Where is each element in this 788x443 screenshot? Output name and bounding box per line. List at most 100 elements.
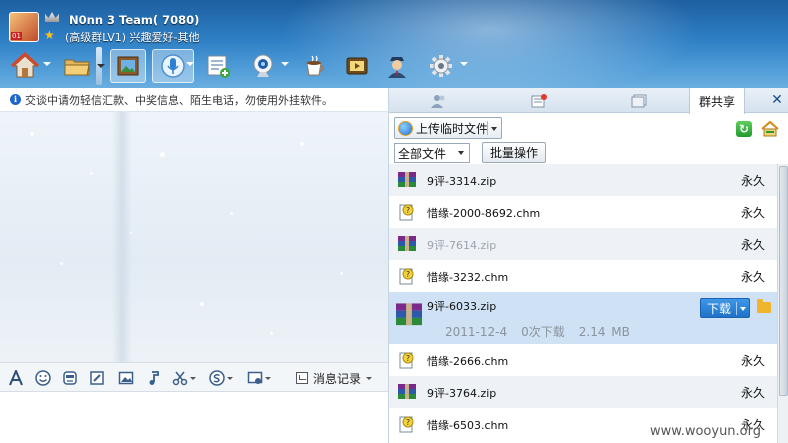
face-icon — [63, 371, 77, 385]
download-divider — [736, 302, 737, 315]
file-name[interactable]: 惜缘-2666.chm — [427, 353, 508, 369]
file-size: 2.14 MB — [578, 325, 630, 339]
home-caret-icon[interactable] — [43, 62, 51, 66]
file-row[interactable]: 9评-3314.zip 永久 — [389, 164, 777, 196]
download-button[interactable]: 下载 — [700, 298, 750, 318]
music-button[interactable] — [144, 367, 164, 389]
magic-emoji-button[interactable] — [60, 367, 80, 389]
voice-button[interactable] — [152, 49, 194, 83]
bulletin-button[interactable] — [202, 49, 234, 83]
close-icon[interactable]: ✕ — [770, 93, 784, 107]
home-icon — [11, 52, 39, 78]
file-name[interactable]: 惜缘-3232.chm — [427, 269, 508, 285]
file-name[interactable]: 9评-7614.zip — [427, 237, 496, 253]
admin-button[interactable] — [380, 49, 414, 83]
history-caret-icon — [366, 376, 373, 380]
file-row[interactable]: 9评-7614.zip 永久 — [389, 228, 777, 260]
admin-icon — [388, 57, 406, 78]
font-button[interactable] — [6, 367, 26, 389]
snowflake — [230, 212, 233, 215]
video-button[interactable] — [246, 49, 280, 83]
chat-message-area[interactable] — [0, 112, 388, 362]
video-icon — [253, 54, 273, 77]
tab-members[interactable] — [389, 88, 489, 113]
message-input[interactable] — [0, 392, 388, 443]
open-folder-icon[interactable] — [757, 299, 771, 313]
right-tabbar: 群共享 ✕ — [389, 88, 788, 114]
file-row[interactable]: ? 惜缘-2666.chm 永久 — [389, 344, 777, 376]
batch-operation-button[interactable]: 批量操作 — [482, 142, 546, 163]
snowflake — [160, 152, 165, 157]
svg-text:?: ? — [406, 354, 410, 363]
rar-archive-icon — [397, 235, 417, 253]
pen-icon — [90, 371, 104, 385]
file-name[interactable]: 9评-3314.zip — [427, 173, 496, 189]
file-name[interactable]: 9评-6033.zip — [427, 298, 496, 314]
file-row[interactable]: 9评-3764.zip 永久 — [389, 376, 777, 408]
upload-temp-file-button[interactable]: 上传临时文件 — [394, 117, 502, 139]
video-caret-icon[interactable] — [281, 62, 289, 66]
settings-button[interactable] — [424, 49, 458, 83]
font-icon — [9, 370, 23, 386]
screenshot-button[interactable] — [170, 367, 198, 389]
settings-caret-icon[interactable] — [460, 62, 468, 66]
emoji-button[interactable] — [33, 367, 53, 389]
screenshot-caret-icon — [190, 376, 196, 380]
file-row[interactable]: ? 惜缘-2000-8692.chm 永久 — [389, 196, 777, 228]
refresh-icon[interactable]: ↻ — [736, 121, 752, 137]
file-date: 2011-12-4 — [445, 325, 508, 339]
settings-icon — [430, 55, 452, 77]
snowflake — [200, 302, 204, 306]
watermark: www.wooyun.org — [650, 424, 762, 439]
file-name[interactable]: 惜缘-6503.chm — [427, 417, 508, 433]
shake-caret-icon — [227, 376, 233, 380]
snowflake — [30, 132, 34, 136]
download-caret-icon[interactable] — [740, 307, 746, 311]
file-expiry: 永久 — [741, 206, 766, 220]
group-avatar[interactable]: 01 — [9, 12, 39, 42]
notice-text: 交谈中请勿轻信汇款、中奖信息、陌生电话，勿使用外挂软件。 — [25, 93, 333, 107]
voice-caret-icon[interactable] — [186, 62, 194, 66]
upload-label: 上传临时文件 — [416, 121, 489, 136]
movie-button[interactable] — [340, 49, 374, 83]
history-icon — [296, 372, 308, 384]
svg-text:?: ? — [406, 206, 410, 215]
file-expiry: 永久 — [741, 270, 766, 284]
home-button[interactable] — [8, 49, 42, 83]
voice-icon — [161, 54, 185, 78]
share-home-icon[interactable] — [761, 120, 779, 138]
picture-icon — [118, 371, 134, 385]
file-name[interactable]: 惜缘-2000-8692.chm — [427, 205, 540, 221]
image-button[interactable] — [116, 367, 136, 389]
album-button[interactable] — [110, 49, 146, 83]
crown-icon — [45, 12, 59, 22]
star-icon: ★ — [44, 28, 55, 42]
filter-caret-icon — [458, 151, 464, 155]
file-name[interactable]: 9评-3764.zip — [427, 385, 496, 401]
avatar-badge: 01 — [11, 32, 22, 40]
snowflake — [130, 232, 132, 234]
share-button[interactable] — [60, 49, 94, 83]
file-filter-select[interactable]: 全部文件 — [394, 143, 470, 163]
chm-help-icon: ? — [397, 267, 417, 285]
rar-archive-icon — [397, 383, 417, 401]
handwrite-button[interactable] — [87, 367, 107, 389]
more-tools-button[interactable] — [244, 367, 274, 389]
download-label: 下载 — [707, 301, 732, 316]
tab-announcement[interactable] — [489, 88, 589, 113]
scroll-thumb[interactable] — [779, 166, 788, 396]
coffee-button[interactable] — [298, 49, 332, 83]
tab-album[interactable] — [589, 88, 689, 113]
file-row[interactable]: 9评-6033.zip 2011-12-4 0次下载 2.14 MB 下载 — [389, 292, 777, 344]
announce-icon — [531, 93, 547, 107]
rar-archive-icon — [394, 302, 424, 328]
coffee-icon — [306, 55, 324, 76]
file-row[interactable]: ? 惜缘-3232.chm 永久 — [389, 260, 777, 292]
globe-icon — [398, 120, 413, 136]
tab-group-share[interactable]: 群共享 — [689, 88, 745, 114]
file-list-scrollbar[interactable] — [777, 164, 788, 443]
shake-button[interactable] — [206, 367, 236, 389]
group-title: N0nn 3 Team( 7080) — [69, 13, 200, 27]
message-history-button[interactable]: 消息记录 — [296, 367, 373, 389]
album-tab-icon — [631, 94, 647, 107]
